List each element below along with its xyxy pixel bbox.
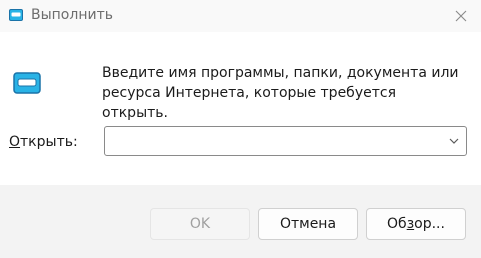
browse-label-before: Об <box>387 216 407 232</box>
open-label: Открыть: <box>9 134 78 150</box>
close-button[interactable] <box>441 0 481 32</box>
ok-button[interactable]: OK <box>150 208 250 240</box>
cancel-button[interactable]: Отмена <box>258 208 358 240</box>
browse-label-after: ор... <box>414 216 445 232</box>
close-icon <box>455 10 467 22</box>
open-combobox[interactable] <box>104 126 467 156</box>
dialog-description: Введите имя программы, папки, документа … <box>102 65 459 121</box>
open-label-accel: О <box>9 134 21 150</box>
run-dialog: Выполнить Введите имя программы, папки, … <box>0 0 481 258</box>
browse-label-accel: з <box>406 216 415 232</box>
dialog-body: Введите имя программы, папки, документа … <box>0 32 481 185</box>
run-icon <box>9 9 23 21</box>
browse-button[interactable]: Об з ор... <box>366 208 466 240</box>
open-label-rest: ткрыть: <box>20 134 78 150</box>
run-icon <box>13 72 41 94</box>
open-input[interactable] <box>105 127 435 155</box>
chevron-down-icon[interactable] <box>448 135 460 147</box>
window-title: Выполнить <box>31 7 113 23</box>
title-bar: Выполнить <box>0 0 481 32</box>
